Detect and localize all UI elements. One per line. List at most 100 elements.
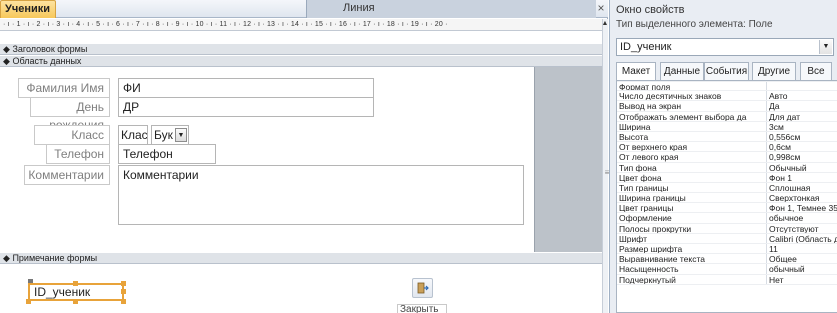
property-tabs: Макет Данные События Другие Все (616, 62, 837, 81)
property-name: Шрифт (617, 233, 767, 243)
property-name: Высота (617, 131, 767, 142)
chevron-down-icon[interactable]: ▼ (175, 128, 187, 142)
property-row[interactable]: Полосы прокрутки Отсутствуют (617, 223, 837, 234)
property-value[interactable]: Фон 1 (767, 173, 837, 182)
label-comments[interactable]: Комментарии (24, 165, 110, 185)
tab-dannye[interactable]: Данные (660, 62, 704, 80)
label-class[interactable]: Класс (34, 125, 110, 145)
property-value[interactable]: Авто (767, 91, 837, 100)
resize-handle[interactable] (121, 281, 126, 286)
close-button-label[interactable]: Закрыть (397, 304, 447, 313)
label-birthday[interactable]: День рождения (30, 97, 110, 132)
close-icon[interactable]: × (595, 2, 607, 15)
property-value[interactable]: 3см (767, 122, 837, 131)
tab-sobytiya[interactable]: События (704, 62, 749, 80)
property-row[interactable]: Цвет фона Фон 1 (617, 172, 837, 183)
property-name: Оформление (617, 213, 767, 223)
property-value[interactable] (767, 82, 837, 90)
property-value[interactable]: Нет (767, 275, 837, 284)
property-value[interactable]: Отсутствуют (767, 224, 837, 233)
combo-letter-value: Бук (154, 128, 173, 142)
tab-maket[interactable]: Макет (616, 62, 656, 81)
property-name: Отображать элемент выбора да (617, 111, 767, 121)
property-row[interactable]: Высота 0,556см (617, 131, 837, 143)
property-row[interactable]: Тип фона Обычный (617, 162, 837, 173)
tab-uchenik[interactable]: Ученики (0, 0, 56, 18)
combo-letter[interactable]: Бук ▼ (151, 125, 189, 145)
horizontal-ruler: · ı · 1 · ı · 2 · ı · 3 · ı · 4 · ı · 5 … (0, 19, 602, 31)
close-form-button[interactable] (412, 278, 433, 298)
property-name: Насыщенность (617, 264, 767, 274)
resize-handle[interactable] (121, 299, 126, 304)
property-sheet: Окно свойств Тип выделенного элемента: П… (609, 0, 837, 313)
property-row[interactable]: Ширина границы Сверхтонкая (617, 193, 837, 204)
property-value[interactable]: обычный (767, 264, 837, 273)
property-value[interactable]: 11 (767, 244, 837, 253)
section-marker-icon: ◆ (3, 253, 10, 263)
label-phone[interactable]: Телефон (46, 144, 110, 164)
property-row[interactable]: От верхнего края 0,6см (617, 142, 837, 153)
property-value[interactable]: Сверхтонкая (767, 193, 837, 202)
property-name: Тип границы (617, 182, 767, 193)
property-row[interactable]: Число десятичных знаков Авто (617, 91, 837, 102)
section-header-label: Заголовок формы (12, 44, 88, 54)
property-row[interactable]: Цвет границыФон 1, Темнее 35% (617, 203, 837, 214)
property-name: Ширина границы (617, 193, 767, 203)
property-row[interactable]: Насыщенность обычный (617, 264, 837, 275)
property-row[interactable]: Формат поля (617, 81, 837, 92)
property-value[interactable]: Фон 1, Темнее 35% (767, 203, 837, 212)
property-row[interactable]: Отображать элемент выбора да Для дат (617, 111, 837, 122)
textbox-phone[interactable]: Телефон (118, 144, 216, 164)
property-sheet-title: Окно свойств (616, 4, 685, 16)
property-row[interactable]: От левого края 0,998см (617, 152, 837, 163)
control-selector-value: ID_ученик (620, 41, 672, 53)
resize-handle[interactable] (73, 281, 78, 286)
property-value[interactable]: Да (767, 101, 837, 110)
section-header-bar[interactable]: ◆ Заголовок формы (0, 44, 602, 55)
section-detail-bar[interactable]: ◆ Область данных (0, 56, 602, 67)
scroll-up-icon[interactable]: ▲ (601, 20, 609, 28)
property-value[interactable]: Для дат (767, 112, 837, 121)
property-row[interactable]: Подчеркнутый Нет (617, 274, 837, 285)
property-value[interactable]: 0,6см (767, 142, 837, 151)
textbox-birthday[interactable]: ДР (118, 97, 374, 117)
tab-vse[interactable]: Все (800, 62, 832, 80)
chevron-down-icon[interactable]: ▼ (819, 40, 832, 54)
property-row[interactable]: Размер шрифта 11 (617, 244, 837, 255)
textbox-class[interactable]: Класс (118, 125, 148, 145)
textbox-comments[interactable]: Комментарии (118, 165, 524, 225)
property-name: Цвет границы (617, 203, 767, 213)
property-row[interactable]: Выравнивание текста Общее (617, 254, 837, 265)
section-marker-icon: ◆ (3, 44, 10, 54)
document-tab-bar: Ученики Линия × (0, 0, 608, 18)
property-value[interactable]: Обычный (767, 163, 837, 172)
section-footer-bar[interactable]: ◆ Примечание формы (0, 253, 602, 264)
label-fio[interactable]: Фамилия Имя (18, 78, 110, 98)
control-selector[interactable]: ID_ученик ▼ (616, 38, 834, 56)
property-name: Вывод на экран (617, 101, 767, 111)
property-name: Полосы прокрутки (617, 223, 767, 233)
tab-liniya[interactable]: Линия (306, 0, 596, 18)
property-name: Число десятичных знаков (617, 91, 767, 101)
tab-drugie[interactable]: Другие (752, 62, 796, 80)
property-value[interactable]: 0,556см (767, 132, 837, 141)
property-name: Тип фона (617, 162, 767, 172)
property-name: Подчеркнутый (617, 274, 767, 284)
property-value[interactable]: 0,998см (767, 152, 837, 161)
property-value[interactable]: Общее (767, 254, 837, 263)
property-value[interactable]: Сплошная (767, 183, 837, 192)
property-row[interactable]: Оформление обычное (617, 213, 837, 224)
property-value[interactable]: Calibri (Область да (767, 234, 837, 243)
resize-handle[interactable] (73, 299, 78, 304)
property-row[interactable]: Шрифт Calibri (Область да (617, 233, 837, 244)
textbox-fio[interactable]: ФИ (118, 78, 374, 98)
detail-canvas: Фамилия Имя ФИ День рождения ДР Класс Кл… (0, 67, 534, 252)
vertical-scrollbar[interactable] (602, 19, 608, 313)
property-row[interactable]: Тип границы Сплошная (617, 182, 837, 194)
property-row[interactable]: Вывод на экран Да (617, 101, 837, 112)
property-name: От левого края (617, 152, 767, 162)
property-value[interactable]: обычное (767, 213, 837, 222)
resize-handle[interactable] (121, 289, 126, 294)
resize-handle[interactable] (26, 299, 31, 304)
property-row[interactable]: Ширина 3см (617, 121, 837, 132)
